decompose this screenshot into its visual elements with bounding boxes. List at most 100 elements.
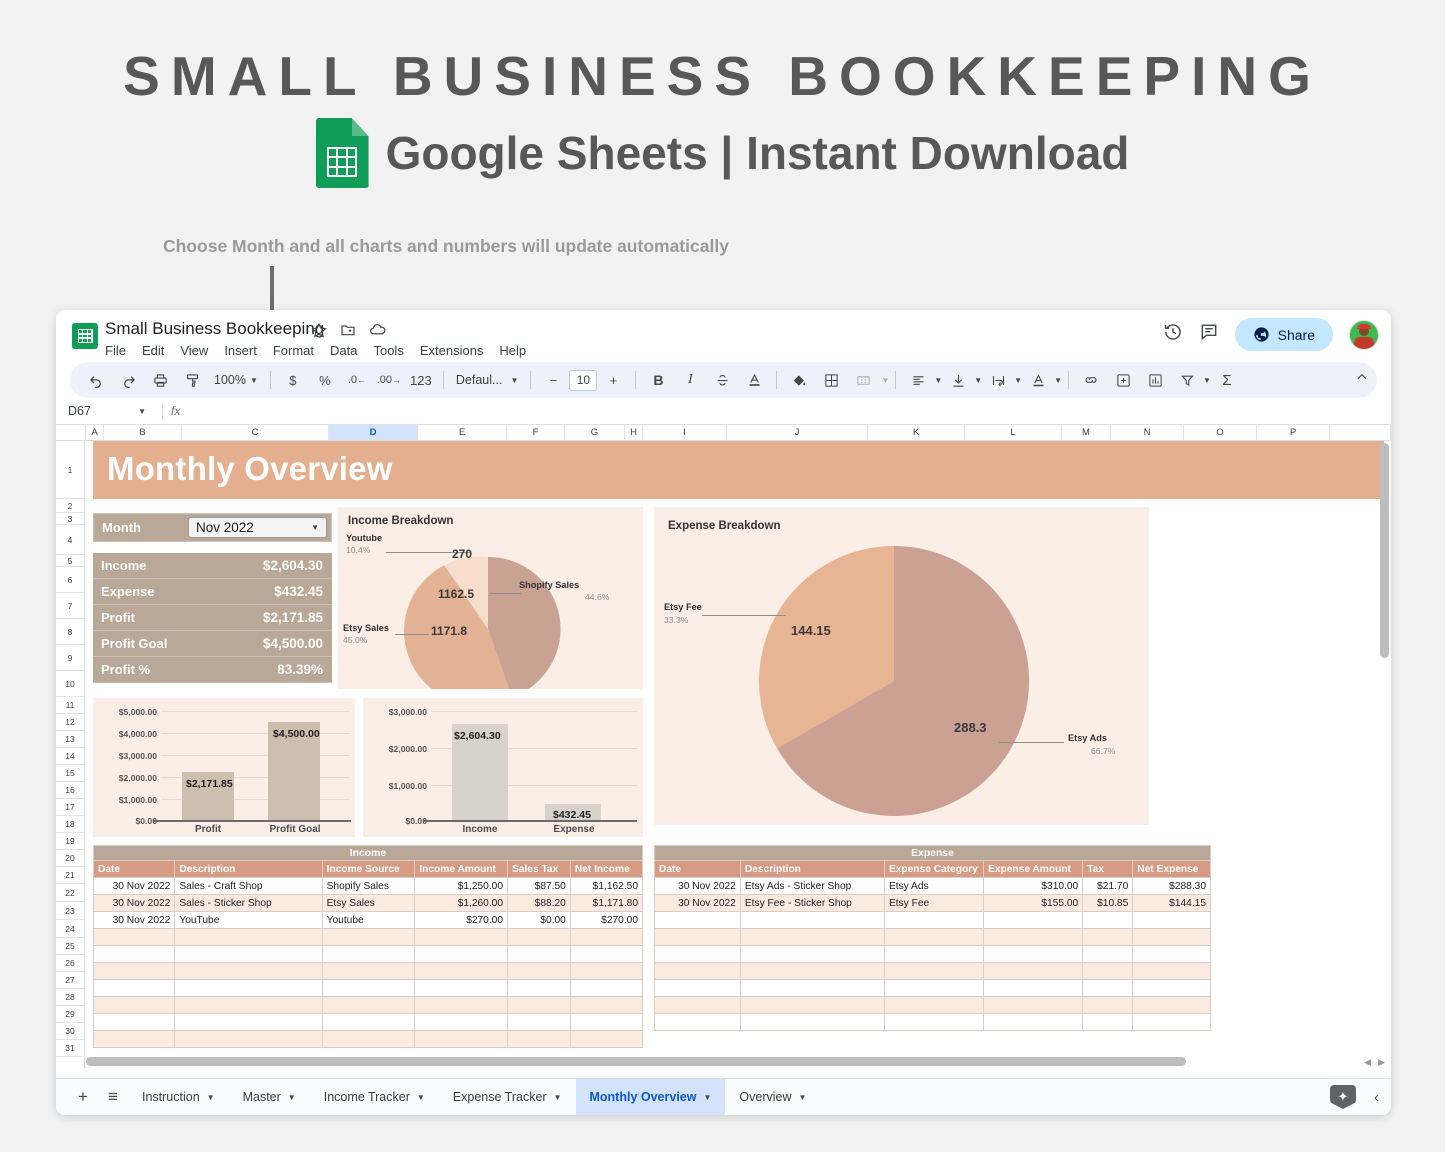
comment-icon[interactable] [1199,322,1219,347]
sheet-tab-master[interactable]: Master ▼ [229,1079,310,1116]
row-header-31[interactable]: 31 [56,1040,84,1057]
column-header-k[interactable]: K [868,425,965,440]
text-rotation-button[interactable] [1022,367,1054,393]
menu-file[interactable]: File [105,343,126,358]
row-header-20[interactable]: 20 [56,850,84,867]
version-history-icon[interactable] [1163,322,1183,347]
row-header-14[interactable]: 14 [56,748,84,765]
chevron-down-icon[interactable]: ▼ [881,376,889,385]
table-row-empty[interactable] [94,963,643,980]
menu-view[interactable]: View [180,343,208,358]
column-header-f[interactable]: F [507,425,565,440]
explore-icon[interactable]: ✦ [1330,1085,1356,1109]
row-header-22[interactable]: 22 [56,884,84,902]
insert-link-icon[interactable] [1075,367,1107,393]
row-header-7[interactable]: 7 [56,593,84,619]
sheet-tab-monthly-overview[interactable]: Monthly Overview ▼ [576,1079,726,1116]
move-to-folder-icon[interactable] [340,322,356,338]
collapse-sidebar-icon[interactable]: ‹ [1374,1089,1379,1106]
row-header-15[interactable]: 15 [56,765,84,782]
row-header-13[interactable]: 13 [56,731,84,748]
month-dropdown[interactable]: Nov 2022 ▼ [188,517,327,538]
star-icon[interactable] [311,322,327,338]
text-color-button[interactable] [738,367,770,393]
sheet-tab-income-tracker[interactable]: Income Tracker ▼ [310,1079,439,1116]
column-header-p[interactable]: P [1257,425,1330,440]
table-row-empty[interactable] [94,929,643,946]
insert-chart-icon[interactable] [1139,367,1171,393]
chevron-down-icon[interactable]: ▼ [554,1093,562,1102]
sheet-tab-overview[interactable]: Overview ▼ [725,1079,820,1116]
chevron-down-icon[interactable]: ▼ [974,376,982,385]
income-breakdown-chart[interactable]: Income Breakdown Youtube 10.4% 270 Shopi… [338,507,643,689]
collapse-toolbar-icon[interactable] [1355,370,1369,387]
scroll-right-icon[interactable]: ▶ [1378,1057,1385,1068]
column-header-g[interactable]: G [565,425,625,440]
row-header-18[interactable]: 18 [56,816,84,833]
avatar[interactable] [1349,320,1379,350]
menu-format[interactable]: Format [273,343,314,358]
menu-tools[interactable]: Tools [373,343,403,358]
sheet-tab-expense-tracker[interactable]: Expense Tracker ▼ [439,1079,576,1116]
fill-color-button[interactable] [783,367,815,393]
currency-format-button[interactable]: $ [277,367,309,393]
column-header-j[interactable]: J [727,425,868,440]
row-header-3[interactable]: 3 [56,513,84,525]
borders-button[interactable] [815,367,847,393]
text-wrap-button[interactable] [982,367,1014,393]
column-header-i[interactable]: I [643,425,727,440]
column-header-c[interactable]: C [182,425,329,440]
column-header-e[interactable]: E [418,425,507,440]
row-header-10[interactable]: 10 [56,671,84,697]
table-row[interactable]: 30 Nov 2022 Etsy Fee - Sticker Shop Etsy… [655,895,1211,912]
row-header-26[interactable]: 26 [56,955,84,972]
table-row[interactable]: 30 Nov 2022 Sales - Craft Shop Shopify S… [94,878,643,895]
document-title[interactable]: Small Business Bookkeeping [105,319,324,339]
vertical-scroll-thumb[interactable] [1380,443,1389,658]
row-header-30[interactable]: 30 [56,1023,84,1040]
bold-button[interactable]: B [642,367,674,393]
row-header-6[interactable]: 6 [56,567,84,593]
horizontal-align-button[interactable] [902,367,934,393]
income-table[interactable]: Income Date Description Income Source In… [93,845,643,1048]
profit-goal-bar-chart[interactable]: $5,000.00 $4,000.00 $3,000.00 $2,000.00 … [93,698,355,837]
column-header-n[interactable]: N [1111,425,1184,440]
chevron-down-icon[interactable]: ▼ [934,376,942,385]
font-size-input[interactable]: 10 [569,370,597,391]
chevron-down-icon[interactable]: ▼ [1014,376,1022,385]
cloud-saved-icon[interactable] [369,321,386,338]
menu-help[interactable]: Help [499,343,526,358]
font-family-selector[interactable]: Defaul... ▼ [450,373,524,387]
menu-edit[interactable]: Edit [142,343,164,358]
menu-insert[interactable]: Insert [224,343,257,358]
chevron-down-icon[interactable]: ▼ [288,1093,296,1102]
vertical-scrollbar[interactable] [1380,443,1389,1043]
chevron-down-icon[interactable]: ▼ [1054,376,1062,385]
insert-comment-icon[interactable] [1107,367,1139,393]
row-header-2[interactable]: 2 [56,499,84,513]
expense-breakdown-chart[interactable]: Expense Breakdown Etsy Fee 33.3% 144.15 … [654,507,1149,825]
table-row-empty[interactable] [94,1031,643,1048]
column-header-l[interactable]: L [965,425,1062,440]
increase-decimal-button[interactable]: .00→ [373,367,405,393]
row-header-28[interactable]: 28 [56,989,84,1006]
column-header-o[interactable]: O [1184,425,1257,440]
column-header-h[interactable]: H [625,425,643,440]
row-header-19[interactable]: 19 [56,833,84,850]
chevron-down-icon[interactable]: ▼ [1203,376,1211,385]
column-header-a[interactable]: A [86,425,104,440]
redo-icon[interactable] [112,367,144,393]
zoom-selector[interactable]: 100% ▼ [208,373,264,387]
table-row-empty[interactable] [94,997,643,1014]
row-header-21[interactable]: 21 [56,867,84,884]
more-formats-button[interactable]: 123 [405,367,437,393]
sheet-tab-instruction[interactable]: Instruction ▼ [128,1079,229,1116]
italic-button[interactable]: I [674,367,706,393]
horizontal-scrollbar[interactable] [86,1057,1361,1066]
menu-extensions[interactable]: Extensions [420,343,484,358]
add-sheet-icon[interactable]: + [68,1087,98,1107]
decrease-decimal-button[interactable]: .0← [341,367,373,393]
increase-font-size-button[interactable]: + [597,367,629,393]
merge-cells-button[interactable] [847,367,879,393]
column-header-m[interactable]: M [1062,425,1111,440]
